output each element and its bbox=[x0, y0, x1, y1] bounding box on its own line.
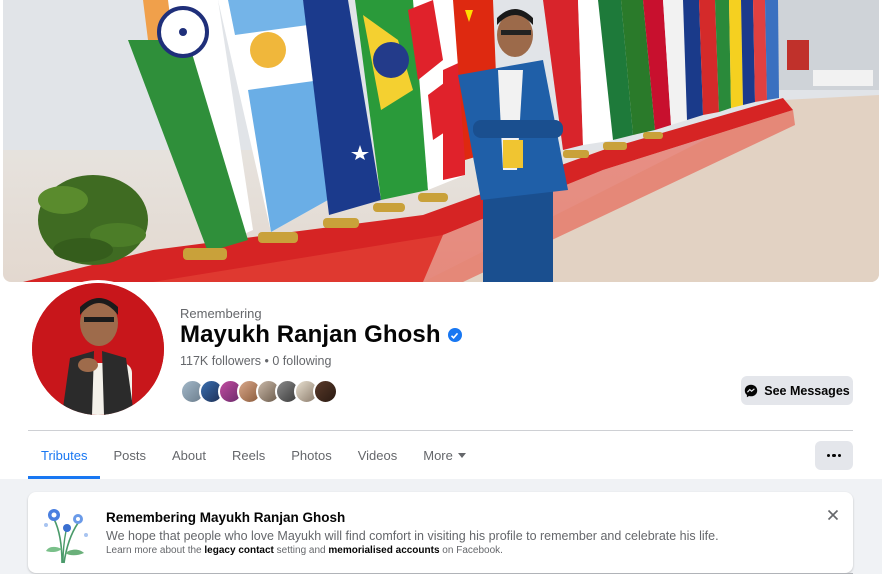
plant bbox=[38, 175, 148, 265]
legacy-contact-link[interactable]: legacy contact bbox=[204, 545, 273, 556]
verified-badge-icon bbox=[447, 328, 462, 342]
messenger-icon bbox=[745, 384, 758, 397]
footnote-middle: setting and bbox=[273, 545, 329, 556]
profile-avatar[interactable] bbox=[29, 280, 167, 418]
tab-label: Videos bbox=[357, 448, 398, 463]
caret-down-icon bbox=[457, 453, 466, 458]
tab-label: More bbox=[423, 448, 453, 463]
follower-stats[interactable]: 117K followers • 0 following bbox=[180, 354, 331, 368]
tab-label: Photos bbox=[291, 448, 332, 463]
see-messages-label: See Messages bbox=[764, 383, 850, 398]
tab-label: About bbox=[172, 448, 206, 463]
more-dots-icon bbox=[826, 453, 831, 458]
tab-label: Reels bbox=[231, 448, 266, 463]
header-divider bbox=[28, 430, 853, 431]
avatar-image bbox=[32, 283, 164, 415]
more-dots-icon bbox=[832, 453, 836, 458]
tab-more[interactable]: More bbox=[410, 432, 479, 479]
tab-about[interactable]: About bbox=[159, 432, 219, 479]
footnote-prefix: Learn more about the bbox=[106, 545, 205, 556]
more-options-button[interactable] bbox=[815, 441, 853, 470]
memorial-footnote: Learn more about the legacy contact sett… bbox=[106, 545, 503, 556]
cover-image bbox=[3, 0, 879, 282]
see-messages-button[interactable]: See Messages bbox=[741, 376, 853, 405]
tab-tributes[interactable]: Tributes bbox=[28, 432, 101, 479]
memorialised-accounts-link[interactable]: memorialised accounts bbox=[328, 545, 439, 556]
more-dots-icon bbox=[837, 453, 842, 458]
flower-illustration-icon bbox=[44, 509, 88, 564]
memorial-title: Remembering Mayukh Ranjan Ghosh bbox=[106, 510, 346, 525]
tab-posts[interactable]: Posts bbox=[100, 432, 159, 479]
memorial-label: Remembering bbox=[180, 306, 262, 321]
tab-reels[interactable]: Reels bbox=[219, 432, 278, 479]
memorial-notice-card: Remembering Mayukh Ranjan Ghosh We hope … bbox=[28, 492, 853, 573]
friend-avatar[interactable] bbox=[313, 379, 338, 404]
footnote-suffix: on Facebook. bbox=[439, 545, 503, 556]
profile-tabs: Tributes Posts About Reels Photos Videos… bbox=[28, 432, 479, 479]
profile-name-row: Mayukh Ranjan Ghosh bbox=[180, 321, 462, 349]
close-icon[interactable] bbox=[825, 509, 841, 525]
memorial-message: We hope that people who love Mayukh will… bbox=[106, 529, 719, 543]
tab-videos[interactable]: Videos bbox=[345, 432, 411, 479]
tab-label: Posts bbox=[113, 448, 146, 463]
tab-label: Tributes bbox=[41, 448, 88, 463]
friend-avatars bbox=[180, 379, 338, 404]
profile-name: Mayukh Ranjan Ghosh bbox=[180, 321, 441, 348]
cover-photo[interactable] bbox=[3, 0, 879, 282]
tab-photos[interactable]: Photos bbox=[278, 432, 344, 479]
